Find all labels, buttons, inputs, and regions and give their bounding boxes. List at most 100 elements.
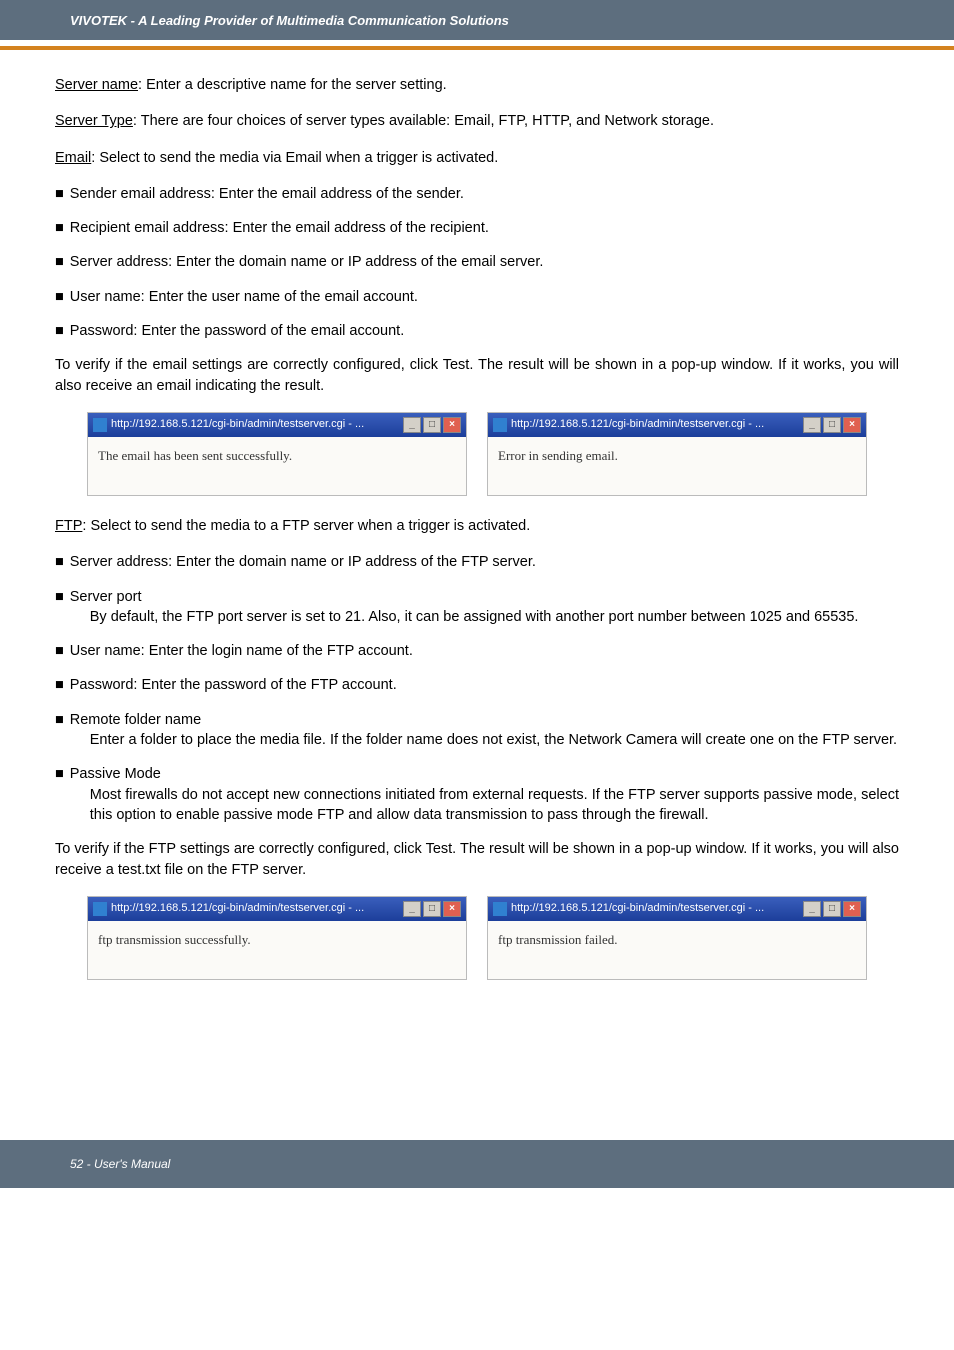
- maximize-button[interactable]: □: [823, 901, 841, 917]
- bullet-icon: ■: [55, 321, 64, 341]
- bullet-icon: ■: [55, 218, 64, 238]
- bullet-item: ■ Sender email address: Enter the email a…: [55, 184, 899, 204]
- email-popup-row: http://192.168.5.121/cgi-bin/admin/tests…: [55, 412, 899, 496]
- popup-ftp-success: http://192.168.5.121/cgi-bin/admin/tests…: [87, 896, 467, 980]
- maximize-button[interactable]: □: [423, 417, 441, 433]
- email-text: : Select to send the media via Email whe…: [91, 150, 498, 166]
- bullet-text: User name: Enter the user name of the em…: [70, 287, 899, 307]
- ie-icon: [93, 902, 107, 916]
- bullet-icon: ■: [55, 675, 64, 695]
- minimize-button[interactable]: _: [403, 901, 421, 917]
- bullet-icon: ■: [55, 587, 64, 628]
- popup-body: ftp transmission failed.: [488, 921, 866, 979]
- popup-title-text: http://192.168.5.121/cgi-bin/admin/tests…: [493, 417, 764, 432]
- popup-titlebar: http://192.168.5.121/cgi-bin/admin/tests…: [88, 413, 466, 437]
- popup-url: http://192.168.5.121/cgi-bin/admin/tests…: [111, 901, 364, 916]
- bullet-icon: ■: [55, 641, 64, 661]
- page-footer: 52 - User's Manual: [0, 1140, 954, 1188]
- close-button[interactable]: ×: [443, 901, 461, 917]
- bullet-text: User name: Enter the login name of the F…: [70, 641, 899, 661]
- ie-icon: [493, 418, 507, 432]
- ftp-text: : Select to send the media to a FTP serv…: [82, 518, 530, 534]
- close-button[interactable]: ×: [443, 417, 461, 433]
- popup-titlebar: http://192.168.5.121/cgi-bin/admin/tests…: [488, 897, 866, 921]
- server-name-label: Server name: [55, 77, 138, 93]
- popup-email-success: http://192.168.5.121/cgi-bin/admin/tests…: [87, 412, 467, 496]
- bullet-text: Recipient email address: Enter the email…: [70, 218, 899, 238]
- window-buttons: _ □ ×: [803, 901, 861, 917]
- bullet-item: ■ Server address: Enter the domain name o…: [55, 552, 899, 572]
- maximize-button[interactable]: □: [823, 417, 841, 433]
- bullet-icon: ■: [55, 252, 64, 272]
- ie-icon: [93, 418, 107, 432]
- server-type-para: Server Type: There are four choices of s…: [55, 111, 899, 131]
- minimize-button[interactable]: _: [403, 417, 421, 433]
- popup-url: http://192.168.5.121/cgi-bin/admin/tests…: [511, 417, 764, 432]
- minimize-button[interactable]: _: [803, 901, 821, 917]
- email-verify-para: To verify if the email settings are corr…: [55, 355, 899, 396]
- window-buttons: _ □ ×: [803, 417, 861, 433]
- bullet-text: Server address: Enter the domain name or…: [70, 552, 899, 572]
- bullet-icon: ■: [55, 764, 64, 825]
- bullet-text: Remote folder name Enter a folder to pla…: [70, 710, 899, 751]
- popup-title-text: http://192.168.5.121/cgi-bin/admin/tests…: [93, 901, 364, 916]
- bullet-text: Sender email address: Enter the email ad…: [70, 184, 899, 204]
- server-name-para: Server name: Enter a descriptive name fo…: [55, 75, 899, 95]
- popup-email-fail: http://192.168.5.121/cgi-bin/admin/tests…: [487, 412, 867, 496]
- minimize-button[interactable]: _: [803, 417, 821, 433]
- bullet-head: Passive Mode: [70, 766, 161, 782]
- bullet-body: By default, the FTP port server is set t…: [70, 607, 899, 627]
- bullet-item: ■ Server port By default, the FTP port s…: [55, 587, 899, 628]
- bullet-icon: ■: [55, 552, 64, 572]
- bullet-text: Passive Mode Most firewalls do not accep…: [70, 764, 899, 825]
- popup-titlebar: http://192.168.5.121/cgi-bin/admin/tests…: [488, 413, 866, 437]
- bullet-item: ■ User name: Enter the login name of the …: [55, 641, 899, 661]
- window-buttons: _ □ ×: [403, 901, 461, 917]
- popup-title-text: http://192.168.5.121/cgi-bin/admin/tests…: [93, 417, 364, 432]
- bullet-head: Server port: [70, 589, 142, 605]
- close-button[interactable]: ×: [843, 901, 861, 917]
- footer-text: 52 - User's Manual: [70, 1157, 170, 1171]
- bullet-icon: ■: [55, 184, 64, 204]
- popup-ftp-fail: http://192.168.5.121/cgi-bin/admin/tests…: [487, 896, 867, 980]
- server-type-label: Server Type: [55, 113, 133, 129]
- bullet-body: Most firewalls do not accept new connect…: [70, 785, 899, 826]
- bullet-icon: ■: [55, 710, 64, 751]
- header-title: VIVOTEK - A Leading Provider of Multimed…: [70, 13, 509, 28]
- popup-titlebar: http://192.168.5.121/cgi-bin/admin/tests…: [88, 897, 466, 921]
- email-para: Email: Select to send the media via Emai…: [55, 148, 899, 168]
- window-buttons: _ □ ×: [403, 417, 461, 433]
- popup-body: Error in sending email.: [488, 437, 866, 495]
- ftp-verify-para: To verify if the FTP settings are correc…: [55, 839, 899, 880]
- popup-url: http://192.168.5.121/cgi-bin/admin/tests…: [111, 417, 364, 432]
- server-type-text: : There are four choices of server types…: [133, 113, 714, 129]
- ftp-popup-row: http://192.168.5.121/cgi-bin/admin/tests…: [55, 896, 899, 980]
- bullet-item: ■ Server address: Enter the domain name o…: [55, 252, 899, 272]
- bullet-item: ■ Password: Enter the password of the ema…: [55, 321, 899, 341]
- close-button[interactable]: ×: [843, 417, 861, 433]
- bullet-item: ■ Passive Mode Most firewalls do not acc…: [55, 764, 899, 825]
- maximize-button[interactable]: □: [423, 901, 441, 917]
- ftp-label: FTP: [55, 518, 82, 534]
- bullet-icon: ■: [55, 287, 64, 307]
- bullet-head: Remote folder name: [70, 712, 201, 728]
- bullet-item: ■ Recipient email address: Enter the emai…: [55, 218, 899, 238]
- bullet-item: ■ Password: Enter the password of the FTP…: [55, 675, 899, 695]
- popup-title-text: http://192.168.5.121/cgi-bin/admin/tests…: [493, 901, 764, 916]
- page-header: VIVOTEK - A Leading Provider of Multimed…: [0, 0, 954, 40]
- bullet-text: Password: Enter the password of the FTP …: [70, 675, 899, 695]
- server-name-text: : Enter a descriptive name for the serve…: [138, 77, 447, 93]
- ftp-para: FTP: Select to send the media to a FTP s…: [55, 516, 899, 536]
- ie-icon: [493, 902, 507, 916]
- bullet-text: Server port By default, the FTP port ser…: [70, 587, 899, 628]
- popup-body: ftp transmission successfully.: [88, 921, 466, 979]
- email-label: Email: [55, 150, 91, 166]
- popup-body: The email has been sent successfully.: [88, 437, 466, 495]
- popup-url: http://192.168.5.121/cgi-bin/admin/tests…: [511, 901, 764, 916]
- bullet-item: ■ Remote folder name Enter a folder to p…: [55, 710, 899, 751]
- bullet-body: Enter a folder to place the media file. …: [70, 730, 899, 750]
- main-content: Server name: Enter a descriptive name fo…: [0, 50, 954, 1020]
- bullet-text: Server address: Enter the domain name or…: [70, 252, 899, 272]
- bullet-item: ■ User name: Enter the user name of the e…: [55, 287, 899, 307]
- bullet-text: Password: Enter the password of the emai…: [70, 321, 899, 341]
